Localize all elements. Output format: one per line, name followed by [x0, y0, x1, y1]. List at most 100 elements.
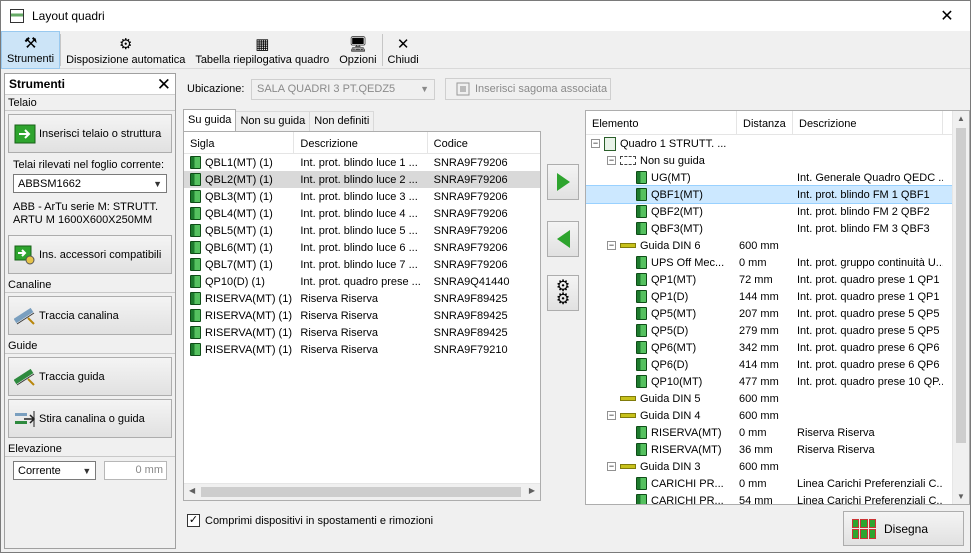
move-left-button[interactable] [547, 221, 579, 257]
close-icon: ✕ [396, 36, 410, 53]
collapse-icon[interactable]: − [607, 411, 616, 420]
vertical-scrollbar[interactable]: ▲ ▼ [952, 111, 969, 504]
column-header-distanza[interactable]: Distanza [737, 111, 793, 134]
elevation-mode-select[interactable]: Corrente ▼ [13, 461, 97, 480]
tree-cell-elemento: UPS Off Mec... [586, 256, 737, 269]
tree-item[interactable]: − Guida DIN 6 600 mm [586, 237, 969, 254]
stretch-label: Stira canalina o guida [39, 412, 145, 425]
tab-non-su-guida[interactable]: Non su guida [235, 111, 311, 131]
cell-descrizione: Int. prot. quadro prese ... [300, 275, 421, 288]
scroll-right-icon[interactable]: ▶ [529, 486, 535, 495]
device-icon [636, 477, 647, 490]
table-row[interactable]: QBL2(MT) (1) Int. prot. blindo luce 2 ...… [184, 171, 540, 188]
horizontal-scrollbar[interactable]: ◀ ▶ [184, 483, 540, 500]
scrollbar-thumb[interactable] [956, 128, 966, 443]
table-row[interactable]: RISERVA(MT) (1) Riserva Riserva SNRA9F8942… [184, 324, 540, 341]
cell-descrizione: Int. prot. blindo luce 7 ... [300, 258, 418, 271]
table-row[interactable]: QBL6(MT) (1) Int. prot. blindo luce 6 ...… [184, 239, 540, 256]
scrollbar-thumb[interactable] [201, 487, 521, 497]
table-row[interactable]: QBL7(MT) (1) Int. prot. blindo luce 7 ...… [184, 256, 540, 273]
collapse-icon[interactable]: − [591, 139, 600, 148]
scroll-down-icon[interactable]: ▼ [957, 492, 965, 501]
accessories-button[interactable]: Ins. accessori compatibili [8, 235, 172, 274]
toolbar-tabella-button[interactable]: ▦ Tabella riepilogativa quadro [190, 31, 334, 69]
tree-item[interactable]: CARICHI PR... 0 mm Linea Carichi Preferenz… [586, 475, 969, 492]
window-close-icon[interactable]: ✕ [924, 1, 970, 31]
tree-item-label: QBF1(MT) [651, 188, 703, 201]
tree-item[interactable]: RISERVA(MT) 0 mm Riserva Riserva [586, 424, 969, 441]
tree-item[interactable]: QP1(D) 144 mm Int. prot. quadro prese 1 QP… [586, 288, 969, 305]
tree-item[interactable]: − Guida DIN 4 600 mm [586, 407, 969, 424]
board-tree-panel: Elemento Distanza Descrizione − Quadro 1 … [585, 110, 970, 505]
cell-descrizione: Riserva Riserva [300, 292, 379, 305]
toolbar-opzioni-button[interactable]: 🖥 Opzioni [334, 31, 381, 69]
tree-item[interactable]: UG(MT) Int. Generale Quadro QEDC ... [586, 169, 969, 186]
compress-checkbox[interactable]: ✓ [187, 514, 200, 527]
cell-sigla: QBL5(MT) (1) [184, 224, 294, 237]
table-row[interactable]: RISERVA(MT) (1) Riserva Riserva SNRA9F7921… [184, 341, 540, 358]
table-row[interactable]: QBL4(MT) (1) Int. prot. blindo luce 4 ...… [184, 205, 540, 222]
insert-shape-button[interactable]: Inserisci sagoma associata [445, 78, 611, 100]
insert-frame-button[interactable]: Inserisci telaio o struttura [8, 114, 172, 153]
table-row[interactable]: QP10(D) (1) Int. prot. quadro prese ... SN… [184, 273, 540, 290]
stretch-button[interactable]: Stira canalina o guida [8, 399, 172, 438]
cell-sigla: QBL3(MT) (1) [184, 190, 294, 203]
tree-item[interactable]: QP5(MT) 207 mm Int. prot. quadro prese 5 Q… [586, 305, 969, 322]
cell-sigla-text: RISERVA(MT) (1) [205, 309, 292, 322]
draw-button-label: Disegna [884, 521, 929, 536]
collapse-icon[interactable]: − [607, 156, 616, 165]
auto-arrange-button[interactable]: ⚙ ⚙ [547, 275, 579, 311]
column-header-sigla[interactable]: Sigla [184, 132, 295, 153]
location-select[interactable]: SALA QUADRI 3 PT.QEDZ5 ▼ [251, 78, 435, 100]
collapse-icon[interactable]: − [607, 241, 616, 250]
column-header-codice[interactable]: Codice [428, 132, 540, 153]
trace-guide-button[interactable]: Traccia guida [8, 357, 172, 396]
tree-item[interactable]: QP1(MT) 72 mm Int. prot. quadro prese 1 QP… [586, 271, 969, 288]
tree-item[interactable]: Guida DIN 5 600 mm [586, 390, 969, 407]
frames-select[interactable]: ABBSM1662 ▼ [13, 174, 167, 193]
table-row[interactable]: RISERVA(MT) (1) Riserva Riserva SNRA9F8942… [184, 290, 540, 307]
app-icon [10, 9, 24, 23]
tree-item[interactable]: UPS Off Mec... 0 mm Int. prot. gruppo cont… [586, 254, 969, 271]
tree-item[interactable]: CARICHI PR... 54 mm Linea Carichi Preferen… [586, 492, 969, 504]
column-header-descrizione-tree[interactable]: Descrizione [793, 111, 943, 134]
tools-close-icon[interactable]: ✕ [157, 76, 171, 93]
tree-item[interactable]: QP6(MT) 342 mm Int. prot. quadro prese 6 Q… [586, 339, 969, 356]
tree-item[interactable]: − Quadro 1 STRUTT. ... [586, 135, 969, 152]
tree-item[interactable]: QBF1(MT) Int. prot. blindo FM 1 QBF1 [586, 185, 969, 204]
tree-item[interactable]: − Non su guida [586, 152, 969, 169]
tree-cell-elemento: CARICHI PR... [586, 494, 737, 504]
column-header-descrizione[interactable]: Descrizione [294, 132, 428, 153]
trace-channel-button[interactable]: Traccia canalina [8, 296, 172, 335]
elevation-input[interactable]: 0 mm [104, 461, 167, 480]
tab-non-definiti[interactable]: Non definiti [309, 111, 375, 131]
table-row[interactable]: QBL3(MT) (1) Int. prot. blindo luce 3 ...… [184, 188, 540, 205]
device-icon [190, 258, 201, 271]
location-label: Ubicazione: [187, 83, 245, 95]
tab-su-guida[interactable]: Su guida [183, 109, 237, 131]
tree-item[interactable]: QBF2(MT) Int. prot. blindo FM 2 QBF2 [586, 203, 969, 220]
move-right-button[interactable] [547, 164, 579, 200]
tree-item[interactable]: QP6(D) 414 mm Int. prot. quadro prese 6 QP… [586, 356, 969, 373]
cell-descrizione: Riserva Riserva [300, 326, 379, 339]
collapse-icon[interactable]: − [607, 462, 616, 471]
tree-item[interactable]: QP10(MT) 477 mm Int. prot. quadro prese 10… [586, 373, 969, 390]
tree-item[interactable]: RISERVA(MT) 36 mm Riserva Riserva [586, 441, 969, 458]
column-header-elemento[interactable]: Elemento [586, 111, 737, 134]
table-row[interactable]: RISERVA(MT) (1) Riserva Riserva SNRA9F8942… [184, 307, 540, 324]
tree-item[interactable]: QP5(D) 279 mm Int. prot. quadro prese 5 QP… [586, 322, 969, 339]
table-row[interactable]: QBL1(MT) (1) Int. prot. blindo luce 1 ...… [184, 154, 540, 171]
device-list-panel: Sigla Descrizione Codice QBL1(MT) (1) Int… [183, 131, 541, 501]
toolbar-chiudi-button[interactable]: ✕ Chiudi [383, 31, 424, 69]
tree-item[interactable]: QBF3(MT) Int. prot. blindo FM 3 QBF3 [586, 220, 969, 237]
toolbar-strumenti-button[interactable]: ⚒ Strumenti [1, 31, 61, 69]
compress-option[interactable]: ✓ Comprimi dispositivi in spostamenti e … [187, 514, 433, 527]
tree-item[interactable]: − Guida DIN 3 600 mm [586, 458, 969, 475]
scroll-left-icon[interactable]: ◀ [189, 486, 195, 495]
table-row[interactable]: QBL5(MT) (1) Int. prot. blindo luce 5 ...… [184, 222, 540, 239]
tree-cell-distanza: 600 mm [739, 409, 779, 422]
draw-button[interactable]: Disegna [843, 511, 964, 546]
toolbar-disposizione-button[interactable]: ⚙ Disposizione automatica [61, 31, 190, 69]
device-icon [190, 156, 201, 169]
scroll-up-icon[interactable]: ▲ [957, 114, 965, 123]
